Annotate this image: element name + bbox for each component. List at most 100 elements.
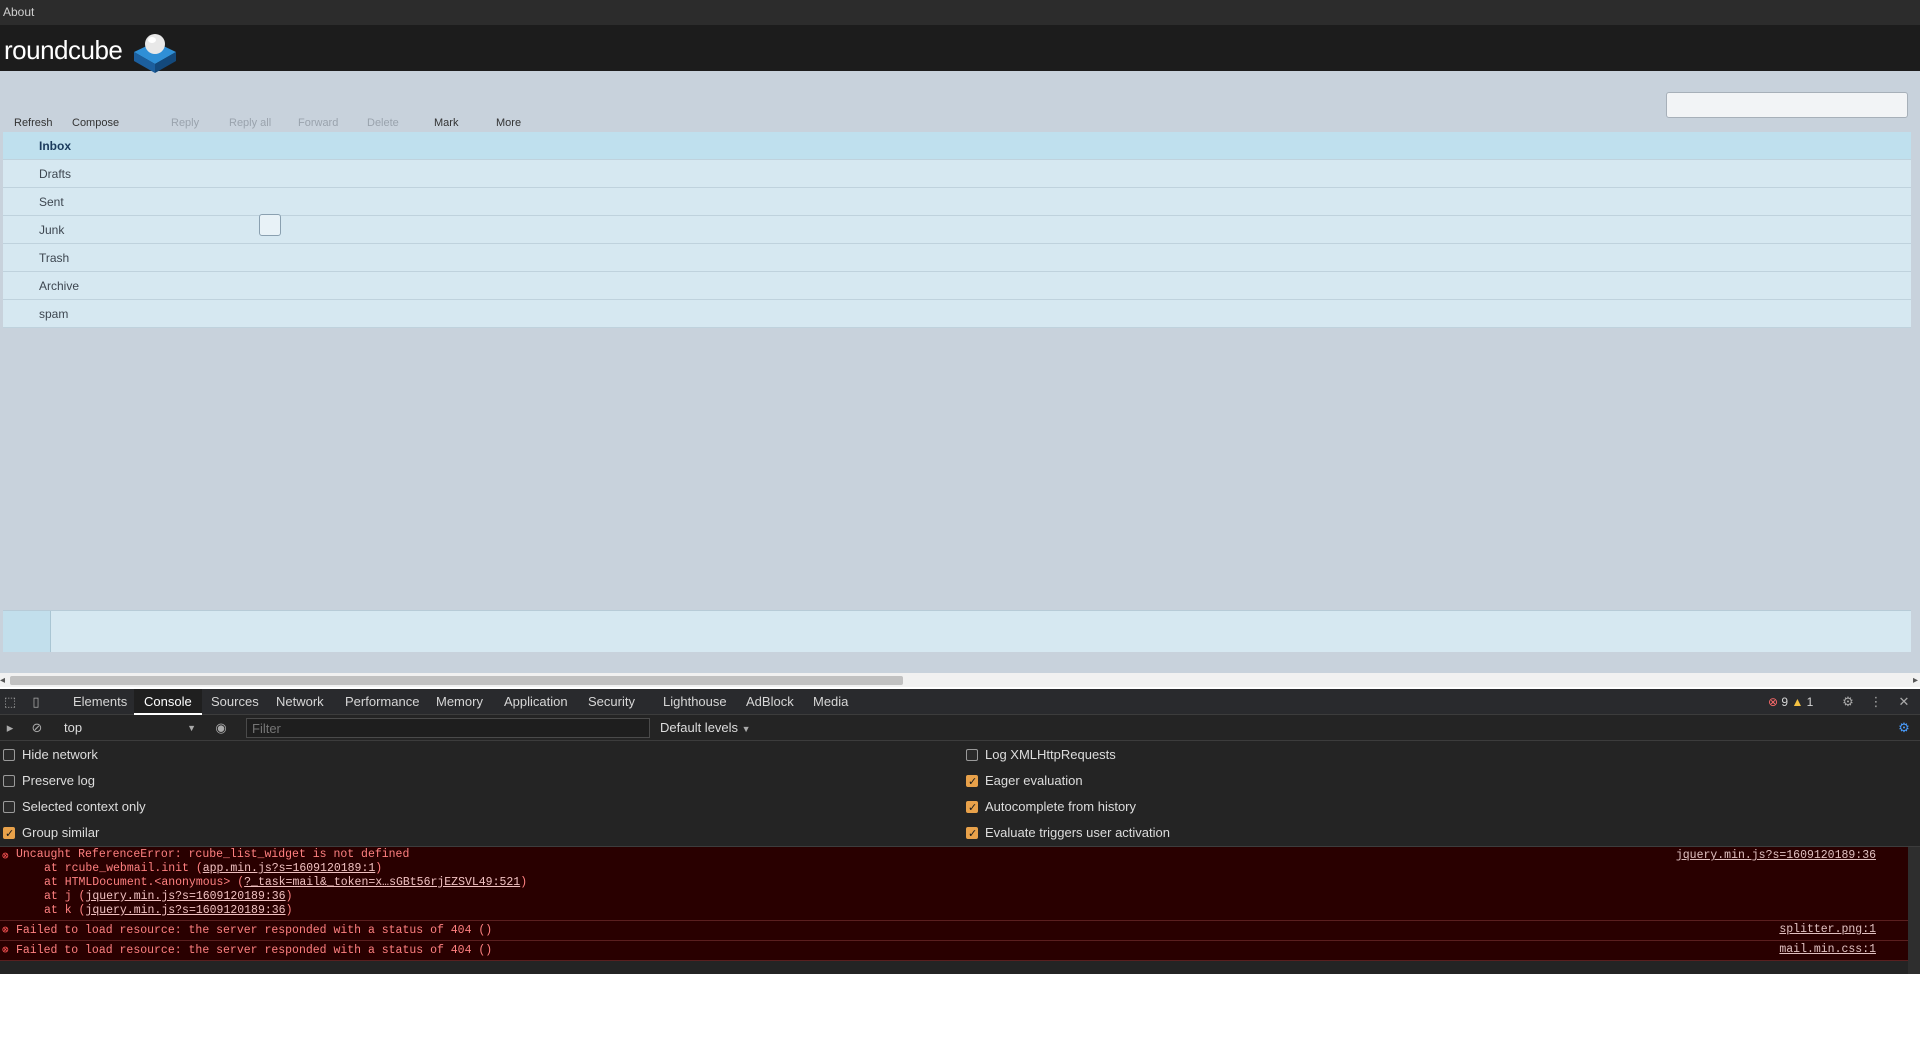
warning-count-icon: ▲ <box>1791 695 1804 709</box>
option-label: Hide network <box>22 747 98 762</box>
eager-evaluation-option[interactable]: Eager evaluation <box>966 771 1083 792</box>
top-links-bar: About <box>0 0 1920 25</box>
checkbox[interactable] <box>3 749 15 761</box>
inspect-element-icon[interactable]: ⬚ <box>2 694 18 710</box>
tab-network[interactable]: Network <box>276 689 324 715</box>
chevron-down-icon: ▼ <box>741 724 751 734</box>
folder-item-trash[interactable]: Trash <box>3 244 1911 272</box>
tab-performance[interactable]: Performance <box>345 689 419 715</box>
tab-console[interactable]: Console <box>134 689 202 715</box>
checkbox[interactable] <box>966 749 978 761</box>
preserve-log-option[interactable]: Preserve log <box>3 771 95 791</box>
console-filter-bar: ▸ ⊘ top ▼ ◉ Default levels ▼ ⚙ <box>0 715 1920 741</box>
reply-all-button[interactable]: Reply all <box>229 117 271 129</box>
source-link[interactable]: mail.min.css:1 <box>1779 943 1876 957</box>
hide-network-option[interactable]: Hide network <box>3 745 98 765</box>
sidebar-toggle-icon[interactable]: ▸ <box>2 720 18 736</box>
console-settings-gear-icon[interactable]: ⚙ <box>1896 720 1912 736</box>
console-prompt[interactable] <box>0 961 1920 969</box>
tab-memory[interactable]: Memory <box>436 689 483 715</box>
device-toolbar-icon[interactable]: ▯ <box>28 694 44 710</box>
tab-lighthouse[interactable]: Lighthouse <box>663 689 727 715</box>
folder-item-drafts[interactable]: Drafts <box>3 160 1911 188</box>
tab-sources[interactable]: Sources <box>211 689 259 715</box>
tab-security[interactable]: Security <box>588 689 635 715</box>
evaluate-triggers-option[interactable]: Evaluate triggers user activation <box>966 823 1170 844</box>
source-link[interactable]: splitter.png:1 <box>1779 923 1876 937</box>
issue-counts[interactable]: ⊗ 9 ▲ 1 <box>1768 689 1813 715</box>
stack-frame: at j (jquery.min.js?s=1609120189:36) <box>44 890 293 903</box>
checkbox[interactable] <box>3 775 15 787</box>
selected-context-only-option[interactable]: Selected context only <box>3 797 146 817</box>
checkbox[interactable] <box>3 801 15 813</box>
error-count: 9 <box>1781 695 1789 709</box>
context-select[interactable]: top ▼ <box>64 719 196 737</box>
horizontal-scrollbar[interactable]: ◂ ▸ <box>0 673 1920 687</box>
mark-button[interactable]: Mark <box>434 117 458 129</box>
roundcube-app: About roundcube Refresh Compose Reply Re… <box>0 0 1920 680</box>
tab-media[interactable]: Media <box>813 689 848 715</box>
more-button[interactable]: More <box>496 117 521 129</box>
option-label: Log XMLHttpRequests <box>985 747 1116 762</box>
option-label: Evaluate triggers user activation <box>985 825 1170 840</box>
compose-button[interactable]: Compose <box>72 117 119 129</box>
close-icon[interactable]: ✕ <box>1896 694 1912 710</box>
log-xmlhttprequests-option[interactable]: Log XMLHttpRequests <box>966 745 1116 765</box>
folder-item-sent[interactable]: Sent <box>3 188 1911 216</box>
stack-link[interactable]: jquery.min.js?s=1609120189:36 <box>85 890 285 903</box>
roundcube-logo-icon <box>134 34 176 73</box>
console-error-entry[interactable]: ⊗ Uncaught ReferenceError: rcube_list_wi… <box>0 847 1920 921</box>
group-similar-option[interactable]: Group similar <box>3 823 100 844</box>
logo-text: roundcube <box>4 35 123 65</box>
error-count-icon: ⊗ <box>1768 695 1779 709</box>
context-value: top <box>64 720 83 735</box>
option-label: Group similar <box>22 825 100 840</box>
refresh-button[interactable]: Refresh <box>14 117 53 129</box>
tab-application[interactable]: Application <box>504 689 568 715</box>
console-error-entry[interactable]: ⊗ Failed to load resource: the server re… <box>0 921 1920 941</box>
checkbox[interactable] <box>3 824 15 844</box>
log-levels-dropdown[interactable]: Default levels ▼ <box>660 719 751 738</box>
chevron-down-icon: ▼ <box>187 723 196 733</box>
autocomplete-from-history-option[interactable]: Autocomplete from history <box>966 797 1137 818</box>
checkbox[interactable] <box>966 798 978 818</box>
scrollbar-thumb[interactable] <box>10 676 903 685</box>
stack-frame: at rcube_webmail.init (app.min.js?s=1609… <box>44 862 383 875</box>
error-message: Uncaught ReferenceError: rcube_list_widg… <box>16 848 410 861</box>
devtools-panel: ⬚ ▯ Elements Console Sources Network Per… <box>0 689 1920 974</box>
error-message: Failed to load resource: the server resp… <box>16 924 493 937</box>
checkbox[interactable] <box>259 214 281 236</box>
scroll-left-icon[interactable]: ◂ <box>0 675 5 686</box>
screen: About roundcube Refresh Compose Reply Re… <box>0 0 1920 1040</box>
tab-adblock[interactable]: AdBlock <box>746 689 794 715</box>
folder-item-inbox[interactable]: Inbox <box>3 132 1911 160</box>
option-label: Autocomplete from history <box>985 799 1137 814</box>
console-scrollbar[interactable] <box>1908 847 1920 974</box>
stack-frame: at HTMLDocument.<anonymous> (?_task=mail… <box>44 876 528 889</box>
scroll-right-icon[interactable]: ▸ <box>1913 675 1918 686</box>
folder-item-junk[interactable]: Junk <box>3 216 1911 244</box>
tab-elements[interactable]: Elements <box>73 689 127 715</box>
folder-item-archive[interactable]: Archive <box>3 272 1911 300</box>
checkbox[interactable] <box>966 772 978 792</box>
more-options-icon[interactable]: ⋮ <box>1868 694 1884 710</box>
reply-button[interactable]: Reply <box>171 117 199 129</box>
error-icon: ⊗ <box>2 945 9 957</box>
stack-link[interactable]: ?_task=mail&_token=x…sGBt56rjEZSVL49:521 <box>244 876 520 889</box>
checkbox[interactable] <box>966 824 978 844</box>
filter-input[interactable] <box>246 718 650 738</box>
clear-console-icon[interactable]: ⊘ <box>29 720 45 736</box>
about-link[interactable]: About <box>3 5 34 19</box>
stack-link[interactable]: jquery.min.js?s=1609120189:36 <box>85 904 285 917</box>
gear-icon[interactable]: ⚙ <box>1840 694 1856 710</box>
bottom-panel-handle[interactable] <box>3 611 51 652</box>
search-input[interactable] <box>1666 92 1908 118</box>
folder-list: Inbox Drafts Sent Junk Trash Archive spa… <box>3 132 1911 328</box>
stack-link[interactable]: app.min.js?s=1609120189:1 <box>203 862 376 875</box>
console-error-entry[interactable]: ⊗ Failed to load resource: the server re… <box>0 941 1920 961</box>
source-link[interactable]: jquery.min.js?s=1609120189:36 <box>1676 849 1876 863</box>
eye-icon[interactable]: ◉ <box>213 720 229 736</box>
forward-button[interactable]: Forward <box>298 117 338 129</box>
folder-item-spam[interactable]: spam <box>3 300 1911 328</box>
delete-button[interactable]: Delete <box>367 117 399 129</box>
